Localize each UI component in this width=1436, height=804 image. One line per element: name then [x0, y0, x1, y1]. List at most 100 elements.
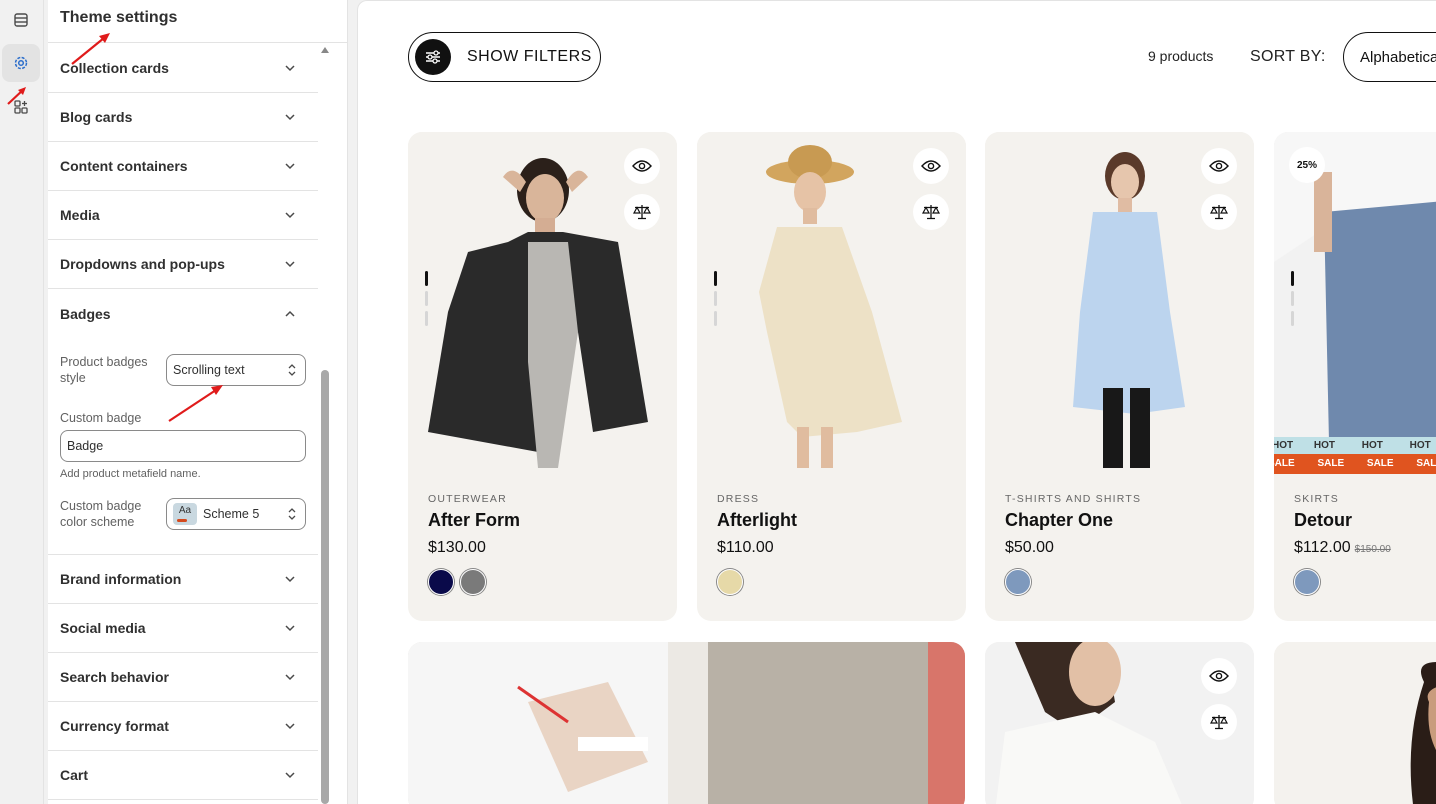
quick-view-button[interactable] [1201, 148, 1237, 184]
chevron-down-icon [285, 723, 295, 730]
section-label: Content containers [60, 158, 188, 174]
eye-icon [632, 160, 652, 172]
section-collection-cards[interactable]: Collection cards [48, 44, 318, 93]
eye-icon [1209, 160, 1229, 172]
select-stepper-icon [288, 508, 296, 520]
compare-button[interactable] [913, 194, 949, 230]
section-search-behavior[interactable]: Search behavior [48, 653, 318, 702]
custom-badge-input[interactable]: Badge [60, 430, 306, 462]
scheme-swatch: Aa [173, 503, 197, 525]
chevron-down-icon [285, 576, 295, 583]
section-label: Social media [60, 620, 146, 636]
show-filters-button[interactable]: SHOW FILTERS [408, 32, 601, 82]
compare-scale-icon [922, 205, 940, 220]
chevron-down-icon [285, 212, 295, 219]
annotation-arrow [168, 385, 223, 422]
color-swatch[interactable] [1294, 569, 1320, 595]
filter-sliders-icon [415, 39, 451, 75]
product-badges-style-label: Product badges style [60, 355, 148, 385]
promo-banner[interactable] [408, 642, 965, 804]
input-value: Badge [67, 439, 104, 453]
section-label: Cart [60, 767, 89, 783]
theme-settings-button[interactable] [2, 44, 40, 82]
annotation-arrow [7, 87, 26, 105]
section-brand-information[interactable]: Brand information [48, 555, 318, 604]
compare-button[interactable] [1201, 704, 1237, 740]
section-blog-cards[interactable]: Blog cards [48, 93, 318, 142]
chevron-down-icon [285, 772, 295, 779]
chevron-down-icon [285, 674, 295, 681]
section-dropdowns-popups[interactable]: Dropdowns and pop-ups [48, 240, 318, 289]
product-category: SKIRTS [1294, 493, 1339, 505]
color-scheme-select[interactable]: Aa Scheme 5 [166, 498, 306, 530]
section-social-media[interactable]: Social media [48, 604, 318, 653]
custom-badge-label: Custom badge [60, 411, 142, 425]
custom-badge-help: Add product metafield name. [60, 468, 201, 480]
section-badges[interactable]: Badges [48, 289, 318, 338]
product-count: 9 products [1148, 48, 1214, 64]
chevron-up-icon [285, 310, 295, 317]
quick-view-button[interactable] [913, 148, 949, 184]
product-name[interactable]: Chapter One [1005, 510, 1113, 531]
sections-icon [14, 13, 28, 27]
product-price: $112.00 $150.00 [1294, 539, 1391, 557]
product-card[interactable]: DRESS Afterlight $110.00 [697, 132, 966, 621]
section-label: Collection cards [60, 60, 169, 76]
badge-marquee-hot: HOT HOT HOT HOT HOT [1274, 437, 1436, 454]
sort-label: SORT BY: [1250, 48, 1326, 65]
select-value: Scrolling text [173, 363, 245, 377]
product-price: $50.00 [1005, 539, 1054, 556]
product-image [1274, 642, 1436, 804]
show-filters-label: SHOW FILTERS [467, 48, 592, 65]
image-pagination[interactable] [1291, 271, 1295, 331]
store-preview: SHOW FILTERS 9 products SORT BY: Alphabe… [357, 0, 1436, 804]
quick-view-button[interactable] [624, 148, 660, 184]
product-category: DRESS [717, 493, 760, 505]
color-swatch[interactable] [717, 569, 743, 595]
product-name[interactable]: Detour [1294, 510, 1352, 531]
color-swatch[interactable] [460, 569, 486, 595]
select-stepper-icon [288, 364, 296, 376]
quick-view-button[interactable] [1201, 658, 1237, 694]
compare-button[interactable] [1201, 194, 1237, 230]
color-scheme-label: Custom badge color scheme [60, 499, 142, 529]
product-card[interactable] [1274, 642, 1436, 804]
chevron-down-icon [285, 65, 295, 72]
compare-button[interactable] [624, 194, 660, 230]
color-swatch[interactable] [1005, 569, 1031, 595]
compare-scale-icon [1210, 715, 1228, 730]
product-card[interactable]: T-SHIRTS AND SHIRTS Chapter One $50.00 [985, 132, 1254, 621]
product-price: $130.00 [428, 539, 486, 556]
section-label: Blog cards [60, 109, 133, 125]
sort-select[interactable]: Alphabetica [1343, 32, 1436, 82]
chevron-down-icon [285, 261, 295, 268]
panel-scrollbar[interactable] [321, 370, 329, 804]
discount-badge: 25% [1289, 147, 1325, 183]
gear-icon [14, 56, 28, 70]
badge-marquee-sale: SALE SALE SALE SALE SALE [1274, 454, 1436, 474]
product-name[interactable]: Afterlight [717, 510, 797, 531]
eye-icon [921, 160, 941, 172]
product-name[interactable]: After Form [428, 510, 520, 531]
image-pagination[interactable] [714, 271, 718, 331]
compare-at-price: $150.00 [1354, 544, 1391, 555]
product-card[interactable] [985, 642, 1254, 804]
compare-scale-icon [633, 205, 651, 220]
section-content-containers[interactable]: Content containers [48, 142, 318, 191]
section-cart[interactable]: Cart [48, 751, 318, 800]
section-label: Media [60, 207, 100, 223]
section-currency-format[interactable]: Currency format [48, 702, 318, 751]
panel-scroll-up[interactable] [321, 47, 329, 53]
select-value: Scheme 5 [203, 507, 260, 521]
chevron-down-icon [285, 163, 295, 170]
chevron-down-icon [285, 625, 295, 632]
section-label: Badges [60, 305, 111, 322]
color-swatch[interactable] [428, 569, 454, 595]
product-category: OUTERWEAR [428, 493, 507, 505]
image-pagination[interactable] [425, 271, 429, 331]
sections-button[interactable] [2, 1, 40, 39]
section-media[interactable]: Media [48, 191, 318, 240]
product-card[interactable]: 25% HOT HOT HOT HOT HOT SALE SALE SALE S… [1274, 132, 1436, 621]
chevron-down-icon [285, 114, 295, 121]
product-card[interactable]: OUTERWEAR After Form $130.00 [408, 132, 677, 621]
